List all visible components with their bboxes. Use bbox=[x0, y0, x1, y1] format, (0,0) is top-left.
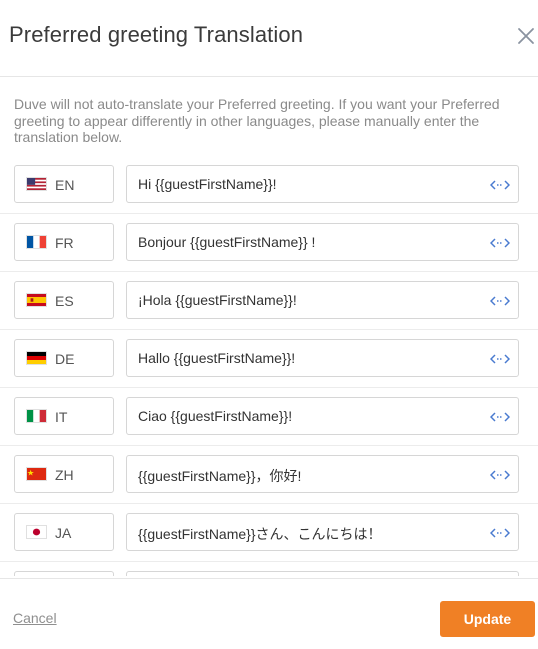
translation-modal: Preferred greeting Translation Duve will… bbox=[0, 0, 538, 649]
update-button[interactable]: Update bbox=[440, 601, 535, 637]
language-code: JA bbox=[55, 525, 72, 541]
insert-variable-icon[interactable] bbox=[490, 525, 510, 541]
language-code: ES bbox=[55, 293, 74, 309]
language-code: FR bbox=[55, 235, 74, 251]
translation-value: Hi {{guestFirstName}}! bbox=[138, 176, 277, 192]
language-label-en: EN bbox=[14, 165, 114, 203]
language-code: EN bbox=[55, 177, 75, 193]
translation-input-fr[interactable]: Bonjour {{guestFirstName}} ! bbox=[126, 223, 519, 261]
translation-value: Hallo {{guestFirstName}}! bbox=[138, 350, 296, 366]
cancel-link[interactable]: Cancel bbox=[13, 610, 57, 626]
translation-input-zh[interactable]: {{guestFirstName}}，你好! bbox=[126, 455, 519, 493]
insert-variable-icon[interactable] bbox=[490, 293, 510, 309]
translation-row-ja: JA {{guestFirstName}}さん、こんにちは！ bbox=[0, 504, 538, 562]
modal-description: Duve will not auto-translate your Prefer… bbox=[14, 96, 500, 145]
translation-value: {{guestFirstName}}，你好! bbox=[138, 468, 302, 484]
translation-value: {{guestFirstName}}さん、こんにちは！ bbox=[138, 526, 382, 542]
spain-flag-icon bbox=[26, 293, 47, 307]
language-label-es: ES bbox=[14, 281, 114, 319]
language-code: DE bbox=[55, 351, 75, 367]
insert-variable-icon[interactable] bbox=[490, 467, 510, 483]
translation-input-es[interactable]: ¡Hola {{guestFirstName}}! bbox=[126, 281, 519, 319]
translation-row-de: DE Hallo {{guestFirstName}}! bbox=[0, 330, 538, 388]
china-flag-icon bbox=[26, 467, 47, 481]
germany-flag-icon bbox=[26, 351, 47, 365]
language-label-fr: FR bbox=[14, 223, 114, 261]
insert-variable-icon[interactable] bbox=[490, 409, 510, 425]
modal-header: Preferred greeting Translation bbox=[0, 0, 538, 77]
insert-variable-icon[interactable] bbox=[490, 235, 510, 251]
language-label-next bbox=[14, 571, 114, 576]
translation-input-next[interactable] bbox=[126, 571, 519, 576]
translation-row-zh: ZH {{guestFirstName}}，你好! bbox=[0, 446, 538, 504]
us-flag-icon bbox=[26, 177, 47, 191]
france-flag-icon bbox=[26, 235, 47, 249]
translation-row-es: ES ¡Hola {{guestFirstName}}! bbox=[0, 272, 538, 330]
translation-row-next bbox=[0, 562, 538, 576]
translation-input-de[interactable]: Hallo {{guestFirstName}}! bbox=[126, 339, 519, 377]
language-code: ZH bbox=[55, 467, 74, 483]
translation-row-fr: FR Bonjour {{guestFirstName}} ! bbox=[0, 214, 538, 272]
translation-input-it[interactable]: Ciao {{guestFirstName}}! bbox=[126, 397, 519, 435]
language-label-it: IT bbox=[14, 397, 114, 435]
translation-value: Bonjour {{guestFirstName}} ! bbox=[138, 234, 316, 250]
translation-row-it: IT Ciao {{guestFirstName}}! bbox=[0, 388, 538, 446]
insert-variable-icon[interactable] bbox=[490, 351, 510, 367]
close-icon[interactable] bbox=[514, 24, 538, 48]
language-label-ja: JA bbox=[14, 513, 114, 551]
language-code: IT bbox=[55, 409, 68, 425]
italy-flag-icon bbox=[26, 409, 47, 423]
modal-footer: Cancel Update bbox=[0, 578, 538, 649]
language-label-zh: ZH bbox=[14, 455, 114, 493]
insert-variable-icon[interactable] bbox=[490, 177, 510, 193]
translation-value: Ciao {{guestFirstName}}! bbox=[138, 408, 293, 424]
japan-flag-icon bbox=[26, 525, 47, 539]
translation-input-en[interactable]: Hi {{guestFirstName}}! bbox=[126, 165, 519, 203]
translation-list[interactable]: EN Hi {{guestFirstName}}! FR Bonjour {{g… bbox=[0, 156, 538, 576]
modal-title: Preferred greeting Translation bbox=[9, 22, 304, 47]
translation-input-ja[interactable]: {{guestFirstName}}さん、こんにちは！ bbox=[126, 513, 519, 551]
translation-row-en: EN Hi {{guestFirstName}}! bbox=[0, 156, 538, 214]
translation-value: ¡Hola {{guestFirstName}}! bbox=[138, 292, 297, 308]
language-label-de: DE bbox=[14, 339, 114, 377]
